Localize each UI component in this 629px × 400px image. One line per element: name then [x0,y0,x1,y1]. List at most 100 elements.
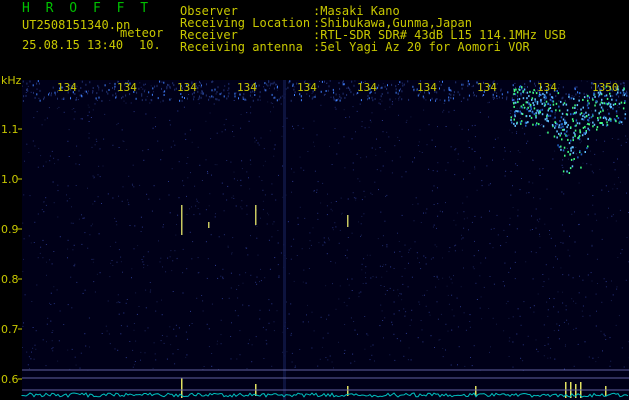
signal-pixel [608,112,610,115]
signal-pixel [624,113,627,116]
noise-pixel [293,238,295,240]
noise-pixel [268,322,270,324]
noise-pixel [309,240,311,242]
noise-pixel [344,96,346,99]
frequency-tick-label: 0.7 [1,323,19,336]
noise-pixel [401,98,403,101]
noise-pixel [561,164,563,166]
noise-pixel [241,168,243,170]
noise-pixel [604,140,606,142]
noise-pixel [23,322,24,324]
signal-pixel [580,112,583,115]
noise-pixel [122,140,124,142]
noise-pixel [266,343,268,345]
signal-pixel [594,109,597,112]
noise-pixel [36,111,38,113]
noise-pixel [93,281,95,283]
noise-pixel [178,327,180,329]
noise-pixel [262,189,264,191]
noise-pixel [448,303,450,305]
noise-pixel [85,83,87,86]
noise-pixel [508,317,510,319]
noise-pixel [577,108,579,110]
noise-pixel [493,96,495,99]
noise-pixel [469,326,471,328]
spectrogram: kHz1.11.00.90.80.70.6 134 134 134 134 134 134… [1,74,629,400]
noise-pixel [23,258,24,260]
noise-pixel [509,113,511,114]
noise-pixel [50,320,52,322]
noise-pixel [552,118,554,120]
noise-pixel [399,293,401,295]
noise-pixel [369,254,371,256]
noise-pixel [335,93,337,96]
noise-pixel [397,289,399,291]
signal-pixel [560,132,562,135]
noise-pixel [22,222,24,224]
noise-pixel [321,80,323,83]
noise-pixel [159,261,161,263]
noise-pixel [99,272,101,274]
noise-pixel [33,91,34,94]
noise-pixel [512,341,514,343]
noise-pixel [563,193,565,195]
noise-pixel [205,209,207,211]
noise-pixel [384,151,386,153]
noise-pixel [101,100,103,102]
noise-pixel [75,364,77,366]
noise-pixel [297,217,299,219]
noise-pixel [227,89,229,91]
noise-pixel [516,107,518,109]
signal-pixel [531,97,534,100]
noise-pixel [474,136,476,138]
noise-pixel [395,85,397,88]
noise-pixel [153,342,155,344]
signal-pixel [573,111,576,114]
noise-pixel [408,98,410,101]
noise-pixel [463,227,465,229]
noise-pixel [205,159,207,161]
frequency-tick-label: 1.1 [1,123,19,136]
signal-pixel [615,99,618,102]
noise-pixel [96,140,98,142]
noise-pixel [571,298,573,300]
noise-pixel [67,185,69,187]
noise-pixel [437,318,439,320]
noise-pixel [397,84,399,85]
noise-pixel [623,366,625,368]
noise-pixel [209,193,211,195]
noise-pixel [280,103,282,105]
noise-pixel [535,227,537,229]
noise-pixel [508,271,510,273]
noise-pixel [161,81,163,83]
signal-pixel [560,148,562,151]
noise-pixel [528,100,529,101]
signal-pixel [535,112,537,115]
noise-pixel [199,213,201,215]
noise-pixel [69,198,71,199]
noise-pixel [587,96,588,99]
noise-pixel [277,230,279,231]
noise-pixel [84,90,86,93]
noise-pixel [115,220,117,222]
signal-pixel [536,102,539,105]
noise-pixel [490,346,491,348]
noise-pixel [451,294,453,296]
noise-pixel [67,257,68,259]
noise-pixel [218,99,220,102]
noise-pixel [273,321,275,323]
noise-pixel [297,125,299,127]
noise-pixel [37,80,39,83]
signal-pixel [574,107,576,109]
noise-pixel [101,333,103,334]
signal-pixel [564,119,566,122]
noise-pixel [71,206,72,208]
noise-pixel [101,89,103,92]
noise-pixel [400,340,402,342]
noise-pixel [271,183,273,185]
noise-pixel [456,297,458,299]
signal-pixel [599,122,601,124]
signal-pixel [567,138,569,141]
noise-pixel [374,98,376,100]
noise-pixel [205,120,207,122]
